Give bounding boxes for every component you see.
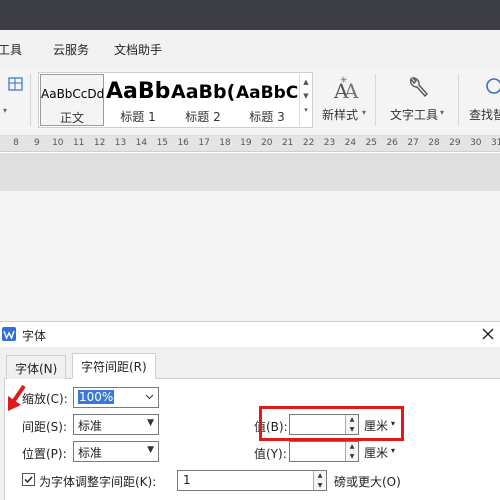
spin-up-icon[interactable]: ▲ xyxy=(346,442,358,452)
app-icon xyxy=(2,327,16,341)
ruler-tick-label: 15 xyxy=(156,138,169,148)
position-value-label: 值(Y): xyxy=(254,447,287,461)
kerning-input[interactable]: 1 ▲ ▼ xyxy=(177,470,327,491)
chevron-down-icon[interactable] xyxy=(145,394,154,400)
ruler-tick-label: 22 xyxy=(302,138,315,148)
kerning-value: 1 xyxy=(183,473,191,487)
spacing-label: 间距(S): xyxy=(22,420,68,434)
checkmark-icon xyxy=(24,476,33,484)
chevron-down-icon[interactable]: ▼ xyxy=(300,92,312,100)
spacing-value: 标准 xyxy=(78,419,103,433)
kerning-checkbox[interactable] xyxy=(22,473,35,486)
table-icon[interactable] xyxy=(8,76,24,92)
new-style-icon[interactable]: A A ✳ xyxy=(330,74,360,103)
svg-text:✳: ✳ xyxy=(340,76,348,86)
ruler-tick-label: 29 xyxy=(449,138,461,148)
style-heading-2[interactable]: AaBb( 标题 2 xyxy=(171,74,235,126)
find-replace-button[interactable]: 查找替 xyxy=(469,106,500,123)
ruler-tick-label: 8 xyxy=(13,138,19,148)
close-icon[interactable] xyxy=(480,326,496,342)
chevron-up-icon[interactable]: ▲ xyxy=(300,78,312,86)
spacing-select[interactable]: 标准 ▼ xyxy=(73,414,159,435)
dialog-title: 字体 xyxy=(22,329,47,343)
text-tools-button[interactable]: 文字工具 xyxy=(390,106,438,123)
ruler-tick-label: 13 xyxy=(114,138,127,148)
ribbon-toolbar: ▾ AaBbCcDd 正文 AaBb 标题 1 AaBb( 标题 2 AaBbC… xyxy=(0,68,500,136)
menu-item-tools[interactable]: 全工具 xyxy=(0,41,22,58)
ruler-tick-label: 28 xyxy=(428,138,440,148)
position-select[interactable]: 标准 ▼ xyxy=(73,441,159,462)
dropdown-arrow-icon[interactable]: ▾ xyxy=(362,108,366,117)
spin-buttons[interactable]: ▲ ▼ xyxy=(345,442,358,461)
menu-item-cloud-service[interactable]: 云服务 xyxy=(53,41,89,58)
ruler-tick-label: 31 xyxy=(490,138,500,148)
ruler-tick-label: 14 xyxy=(135,138,148,148)
gallery-expand-icon[interactable]: ▾ xyxy=(300,106,312,114)
position-unit[interactable]: 厘米 xyxy=(364,444,388,461)
gallery-scroll[interactable]: ▲ ▼ ▾ xyxy=(299,74,312,126)
ruler-tick-label: 10 xyxy=(52,138,64,148)
kerning-label[interactable]: 为字体调整字间距(K): xyxy=(39,473,156,490)
ruler-tick-label: 26 xyxy=(386,138,398,148)
ruler-tick-label: 9 xyxy=(34,138,40,148)
document-page[interactable] xyxy=(0,191,500,321)
style-heading-3[interactable]: AaBbC 标题 3 xyxy=(236,74,298,126)
ruler-tick-label: 16 xyxy=(177,138,189,148)
ruler-tick-label: 23 xyxy=(323,138,336,148)
scale-value: 100% xyxy=(78,390,115,404)
spin-down-icon[interactable]: ▼ xyxy=(314,481,326,491)
ruler-tick-label: 12 xyxy=(93,138,106,148)
wrench-icon[interactable] xyxy=(405,76,429,102)
tab-character-spacing[interactable]: 字符间距(R) xyxy=(72,353,156,379)
dropdown-arrow-icon[interactable]: ▾ xyxy=(440,108,444,117)
dropdown-arrow-icon[interactable]: ▾ xyxy=(391,446,395,455)
new-style-button[interactable]: 新样式 xyxy=(322,106,358,123)
scale-select[interactable]: 100% xyxy=(73,387,159,408)
red-arrow-icon xyxy=(8,384,26,411)
ruler-tick-label: 19 xyxy=(240,138,252,148)
window-title-bar xyxy=(0,0,500,30)
font-dialog-title-bar: 字体 xyxy=(0,321,500,347)
kerning-suffix: 磅或更大(O) xyxy=(334,475,401,489)
spin-down-icon[interactable]: ▼ xyxy=(346,452,358,462)
ruler-tick-label: 25 xyxy=(365,138,378,148)
ribbon-divider xyxy=(30,74,31,126)
dropdown-arrow-icon[interactable]: ▾ xyxy=(3,106,7,115)
position-value: 标准 xyxy=(78,446,103,460)
tab-font[interactable]: 字体(N) xyxy=(6,355,67,379)
ruler-tick-label: 20 xyxy=(261,138,273,148)
ribbon-divider xyxy=(458,74,459,126)
spin-up-icon[interactable]: ▲ xyxy=(314,471,326,481)
menu-bar: 全工具 云服务 文档助手 xyxy=(0,30,500,68)
horizontal-ruler: 8 9 10 11 12 13 14 15 16 17 18 19 20 21 22 23 24 25 26 27 28… xyxy=(0,136,500,152)
position-label: 位置(P): xyxy=(22,447,67,461)
ruler-tick-label: 17 xyxy=(198,138,210,148)
style-normal[interactable]: AaBbCcDd 正文 xyxy=(40,74,104,126)
search-icon[interactable] xyxy=(484,76,500,102)
dropdown-arrow-icon[interactable]: ▼ xyxy=(147,445,154,455)
ruler-tick-label: 30 xyxy=(470,138,482,148)
ruler-tick-label: 27 xyxy=(407,138,419,148)
ruler-tick-label: 21 xyxy=(281,138,294,148)
position-amount-input[interactable]: ▲ ▼ xyxy=(289,441,359,462)
spin-buttons[interactable]: ▲ ▼ xyxy=(313,471,326,490)
highlight-box xyxy=(259,406,404,441)
style-heading-1[interactable]: AaBb 标题 1 xyxy=(106,74,170,126)
menu-item-doc-assistant[interactable]: 文档助手 xyxy=(114,41,162,58)
page-gap xyxy=(0,153,500,191)
dropdown-arrow-icon[interactable]: ▼ xyxy=(147,418,154,428)
ruler-tick-label: 24 xyxy=(344,138,357,148)
ruler-tick-label: 11 xyxy=(72,138,85,148)
ruler-tick-label: 18 xyxy=(219,138,231,148)
ribbon-divider xyxy=(375,74,376,126)
